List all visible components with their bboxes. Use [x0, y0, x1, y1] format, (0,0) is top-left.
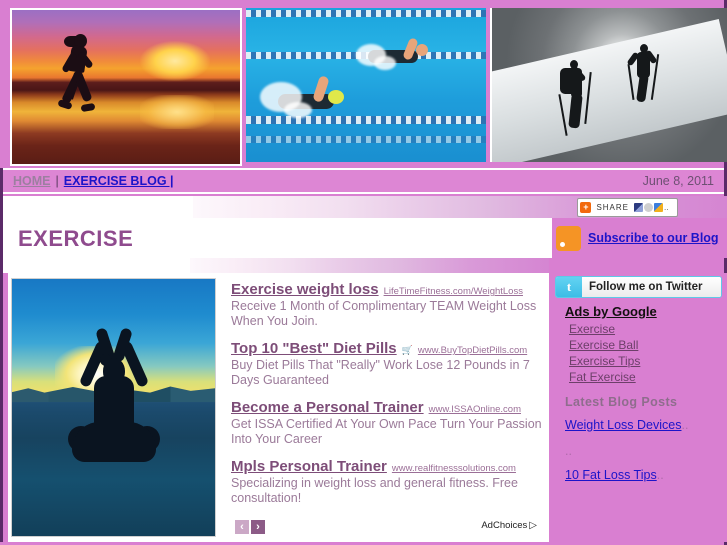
blog-post-ellipsis: ..	[565, 444, 572, 458]
subscribe-link[interactable]: Subscribe to our Blog	[588, 231, 719, 245]
top-navigation-bar: HOME | EXERCISE BLOG | June 8, 2011	[0, 168, 724, 194]
ad-next-button[interactable]: ›	[251, 520, 265, 534]
blog-post-link[interactable]: 10 Fat Loss Tips	[565, 468, 657, 482]
share-row: + SHARE ..	[0, 196, 727, 218]
ad-title-link[interactable]: Become a Personal Trainer	[231, 399, 424, 416]
ad-heading: Mpls Personal Trainer www.realfitnesssol…	[231, 458, 543, 475]
page-root: HOME | EXERCISE BLOG | June 8, 2011 + SH…	[0, 0, 727, 545]
share-plus-icon: +	[580, 202, 592, 213]
twitter-follow-badge[interactable]: t Follow me on Twitter	[555, 276, 722, 298]
ad-description: Receive 1 Month of Complimentary TEAM We…	[231, 299, 537, 328]
sidebar-ad-link-exercise-tips[interactable]: Exercise Tips	[569, 354, 640, 368]
sun-reflection	[139, 94, 214, 129]
nav-links: HOME | EXERCISE BLOG |	[13, 174, 174, 188]
ad-title-link[interactable]: Mpls Personal Trainer	[231, 458, 387, 475]
ad-title-link[interactable]: Exercise weight loss	[231, 281, 379, 298]
body-wrapper: Exercise weight loss LifeTimeFitness.com…	[0, 273, 727, 542]
adchoices-link[interactable]: AdChoices ▷	[481, 520, 537, 531]
subscribe-block[interactable]: Subscribe to our Blog	[552, 218, 727, 258]
left-pink-gutter	[3, 273, 8, 542]
runner-silhouette	[48, 32, 112, 132]
swimmers-pool-banner	[246, 8, 486, 162]
blog-post-item: 10 Fat Loss Tips..	[565, 468, 723, 482]
latest-blog-posts-header: Latest Blog Posts	[565, 395, 678, 409]
twitter-icon: t	[556, 277, 582, 297]
blog-post-trail: ..	[681, 418, 689, 432]
swimmer-silhouette	[356, 36, 452, 76]
ad-url-link[interactable]: www.ISSAOnline.com	[429, 404, 521, 415]
nav-link-home[interactable]: HOME	[13, 174, 51, 188]
google-ads-block: Exercise weight loss LifeTimeFitness.com…	[231, 281, 543, 517]
ad-pagination: ‹ ›	[235, 520, 265, 534]
title-row: EXERCISE Subscribe to our Blog	[0, 218, 727, 258]
blog-post-item: Weight Loss Devices..	[565, 418, 723, 432]
ad-item: Mpls Personal Trainer www.realfitnesssol…	[231, 458, 543, 506]
share-more-icon[interactable]: ..	[664, 203, 673, 212]
adchoices-triangle-icon: ▷	[529, 520, 537, 531]
share-button-label: SHARE	[596, 203, 629, 212]
lane-rope	[246, 10, 486, 17]
gradient-stripe-mid	[190, 258, 549, 273]
nav-link-exercise-blog[interactable]: EXERCISE BLOG |	[64, 174, 174, 188]
hiker-silhouette	[554, 60, 594, 150]
ad-url-link[interactable]: LifeTimeFitness.com/WeightLoss	[384, 286, 523, 297]
ad-heading: Become a Personal Trainer www.ISSAOnline…	[231, 399, 543, 416]
content-column: Exercise weight loss LifeTimeFitness.com…	[3, 273, 549, 542]
rss-icon[interactable]	[556, 225, 581, 251]
ad-item: Top 10 "Best" Diet Pills 🛒 www.BuyTopDie…	[231, 340, 543, 388]
ad-url-link[interactable]: www.realfitnesssolutions.com	[392, 463, 516, 474]
right-sidebar: t Follow me on Twitter Ads by Google Exe…	[549, 273, 727, 542]
white-spacer-mid	[3, 258, 190, 273]
sidebar-ad-link-exercise[interactable]: Exercise	[569, 322, 640, 336]
header-banner	[0, 0, 727, 168]
hiker-silhouette	[626, 44, 664, 118]
snow-hikers-banner	[490, 8, 727, 162]
lane-rope	[246, 136, 486, 143]
sidebar-ad-links: Exercise Exercise Ball Exercise Tips Fat…	[569, 322, 640, 384]
current-date: June 8, 2011	[642, 174, 714, 188]
page-title: EXERCISE	[18, 226, 134, 251]
ad-item: Become a Personal Trainer www.ISSAOnline…	[231, 399, 543, 447]
share-colorful-icon[interactable]	[654, 203, 663, 212]
sun-glow	[139, 40, 210, 81]
ad-heading: Exercise weight loss LifeTimeFitness.com…	[231, 281, 543, 298]
swimmer-silhouette	[260, 74, 378, 122]
share-service-icons: ..	[634, 203, 673, 212]
cart-icon: 🛒	[401, 345, 413, 355]
runner-sunset-banner	[10, 8, 242, 166]
ad-prev-button[interactable]: ‹	[235, 520, 249, 534]
blog-post-trail: ..	[656, 468, 664, 482]
ad-url-link[interactable]: www.BuyTopDietPills.com	[418, 345, 527, 356]
sidebar-ad-link-exercise-ball[interactable]: Exercise Ball	[569, 338, 640, 352]
sunset-sky	[12, 10, 240, 164]
ad-description: Buy Diet Pills That "Really" Work Lose 1…	[231, 358, 530, 387]
ad-description: Specializing in weight loss and general …	[231, 476, 518, 505]
ads-by-google-header[interactable]: Ads by Google	[565, 304, 657, 319]
blog-post-link[interactable]: Weight Loss Devices	[565, 418, 682, 432]
latest-blog-posts-list: Weight Loss Devices.. .. 10 Fat Loss Tip…	[565, 418, 723, 494]
share-generic-icon[interactable]	[644, 203, 653, 212]
share-button[interactable]: + SHARE ..	[577, 198, 678, 217]
ad-description: Get ISSA Certified At Your Own Pace Turn…	[231, 417, 542, 446]
adchoices-label: AdChoices	[481, 520, 528, 531]
ad-item: Exercise weight loss LifeTimeFitness.com…	[231, 281, 543, 329]
sidebar-ad-link-fat-exercise[interactable]: Fat Exercise	[569, 370, 640, 384]
meditating-figure	[66, 327, 162, 480]
ad-title-link[interactable]: Top 10 "Best" Diet Pills	[231, 340, 397, 357]
nav-separator: |	[55, 174, 59, 188]
share-window-icon[interactable]	[634, 203, 643, 212]
ad-heading: Top 10 "Best" Diet Pills 🛒 www.BuyTopDie…	[231, 340, 543, 357]
yoga-silhouette-image	[11, 278, 216, 537]
twitter-follow-label: Follow me on Twitter	[582, 277, 721, 297]
white-spacer	[3, 196, 193, 218]
